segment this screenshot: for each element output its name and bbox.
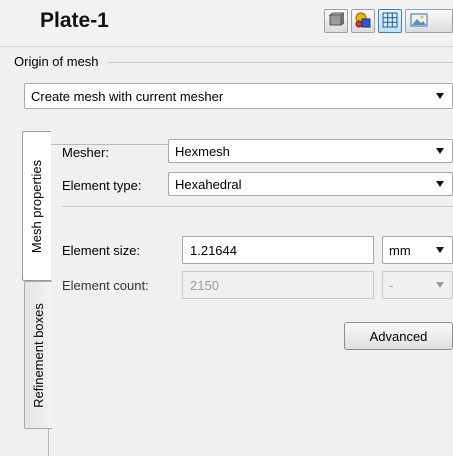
element-count-label: Element count:: [62, 278, 149, 293]
advanced-button[interactable]: Advanced: [344, 322, 453, 350]
element-size-unit-select[interactable]: mm: [382, 236, 453, 264]
element-size-unit-value: mm: [389, 242, 411, 258]
chevron-down-icon: [436, 93, 444, 99]
tab-mesh-properties-label: Mesh properties: [29, 159, 45, 253]
material-button[interactable]: [351, 9, 375, 33]
mesher-value: Hexmesh: [175, 143, 230, 159]
image-button[interactable]: [405, 9, 453, 33]
element-count-value: 2150: [190, 277, 219, 293]
chevron-down-icon: [436, 148, 444, 154]
element-size-label: Element size:: [62, 243, 141, 258]
origin-of-mesh-value: Create mesh with current mesher: [31, 88, 224, 104]
element-count-unit-select: -: [382, 271, 453, 299]
tab-refinement-boxes[interactable]: Refinement boxes: [24, 281, 52, 429]
material-icon: [354, 11, 372, 32]
element-count-unit-value: -: [389, 277, 394, 293]
solid-view-icon: [328, 11, 346, 31]
group-divider: [108, 62, 453, 63]
element-count-input: 2150: [182, 271, 374, 299]
chevron-down-icon: [436, 247, 444, 253]
element-type-select[interactable]: Hexahedral: [168, 172, 453, 196]
tab-refinement-boxes-label: Refinement boxes: [31, 302, 46, 408]
mesher-select[interactable]: Hexmesh: [168, 139, 453, 163]
origin-of-mesh-label: Origin of mesh: [14, 54, 99, 69]
mesh-view-icon: [381, 11, 399, 32]
solid-view-button[interactable]: [324, 9, 348, 33]
page-title: Plate-1: [40, 9, 109, 32]
section-divider: [62, 206, 453, 207]
element-size-value: 1.21644: [190, 242, 237, 258]
tab-mesh-properties[interactable]: Mesh properties: [22, 131, 51, 281]
mesher-label: Mesher:: [62, 145, 109, 160]
chevron-down-icon: [436, 282, 444, 288]
image-icon: [410, 12, 428, 31]
chevron-down-icon: [436, 181, 444, 187]
origin-of-mesh-select[interactable]: Create mesh with current mesher: [24, 83, 453, 109]
element-size-input[interactable]: 1.21644: [182, 236, 374, 264]
header-divider: [0, 46, 453, 47]
mesh-view-button[interactable]: [378, 9, 402, 33]
element-type-value: Hexahedral: [175, 176, 242, 192]
element-type-label: Element type:: [62, 178, 142, 193]
